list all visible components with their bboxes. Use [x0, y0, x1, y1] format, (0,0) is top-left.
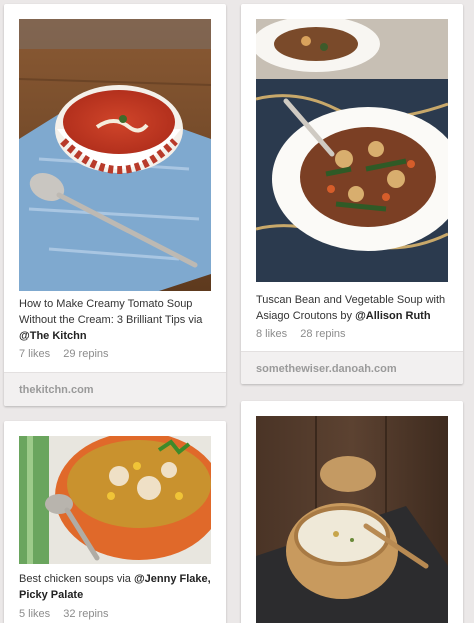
repins-count[interactable]: 28 repins [300, 328, 345, 340]
pin-user-link[interactable]: @The Kitchn [19, 330, 87, 342]
pin-stats: 5 likes 32 repins [19, 608, 119, 620]
likes-count[interactable]: 8 likes [256, 328, 287, 340]
likes-count[interactable]: 5 likes [19, 608, 50, 620]
pin-card-tuscan-soup[interactable]: Tuscan Bean and Vegetable Soup with Asia… [241, 4, 463, 384]
pin-description: Best chicken soups via @Jenny Flake, Pic… [19, 571, 211, 603]
chicken-soup-photo [19, 436, 211, 564]
pin-card-chicken-soup[interactable]: Best chicken soups via @Jenny Flake, Pic… [4, 421, 226, 623]
pin-stats: 8 likes 28 repins [256, 328, 356, 340]
pin-stats: 7 likes 29 repins [19, 348, 119, 360]
pin-description: How to Make Creamy Tomato Soup Without t… [19, 296, 211, 344]
pin-description: Tuscan Bean and Vegetable Soup with Asia… [256, 292, 448, 324]
repins-count[interactable]: 29 repins [63, 348, 108, 360]
pin-description-text: How to Make Creamy Tomato Soup Without t… [19, 298, 203, 326]
pin-image-tuscan-soup[interactable] [256, 19, 448, 282]
pin-user-link[interactable]: @Allison Ruth [355, 310, 431, 322]
pin-card-tomato-soup[interactable]: How to Make Creamy Tomato Soup Without t… [4, 4, 226, 406]
pin-image-chicken-soup[interactable] [19, 436, 211, 564]
pin-image-tomato-soup[interactable] [19, 19, 211, 291]
tomato-soup-photo [19, 19, 211, 291]
pin-description-text: Best chicken soups via [19, 573, 134, 585]
pin-source-link[interactable]: somethewiser.danoah.com [241, 351, 463, 384]
pin-image-bread-bowl[interactable] [256, 416, 448, 623]
bread-bowl-photo [256, 416, 448, 623]
pin-source-link[interactable]: thekitchn.com [4, 372, 226, 406]
pin-card-bread-bowl[interactable] [241, 401, 463, 623]
likes-count[interactable]: 7 likes [19, 348, 50, 360]
repins-count[interactable]: 32 repins [63, 608, 108, 620]
tuscan-soup-photo [256, 19, 448, 282]
